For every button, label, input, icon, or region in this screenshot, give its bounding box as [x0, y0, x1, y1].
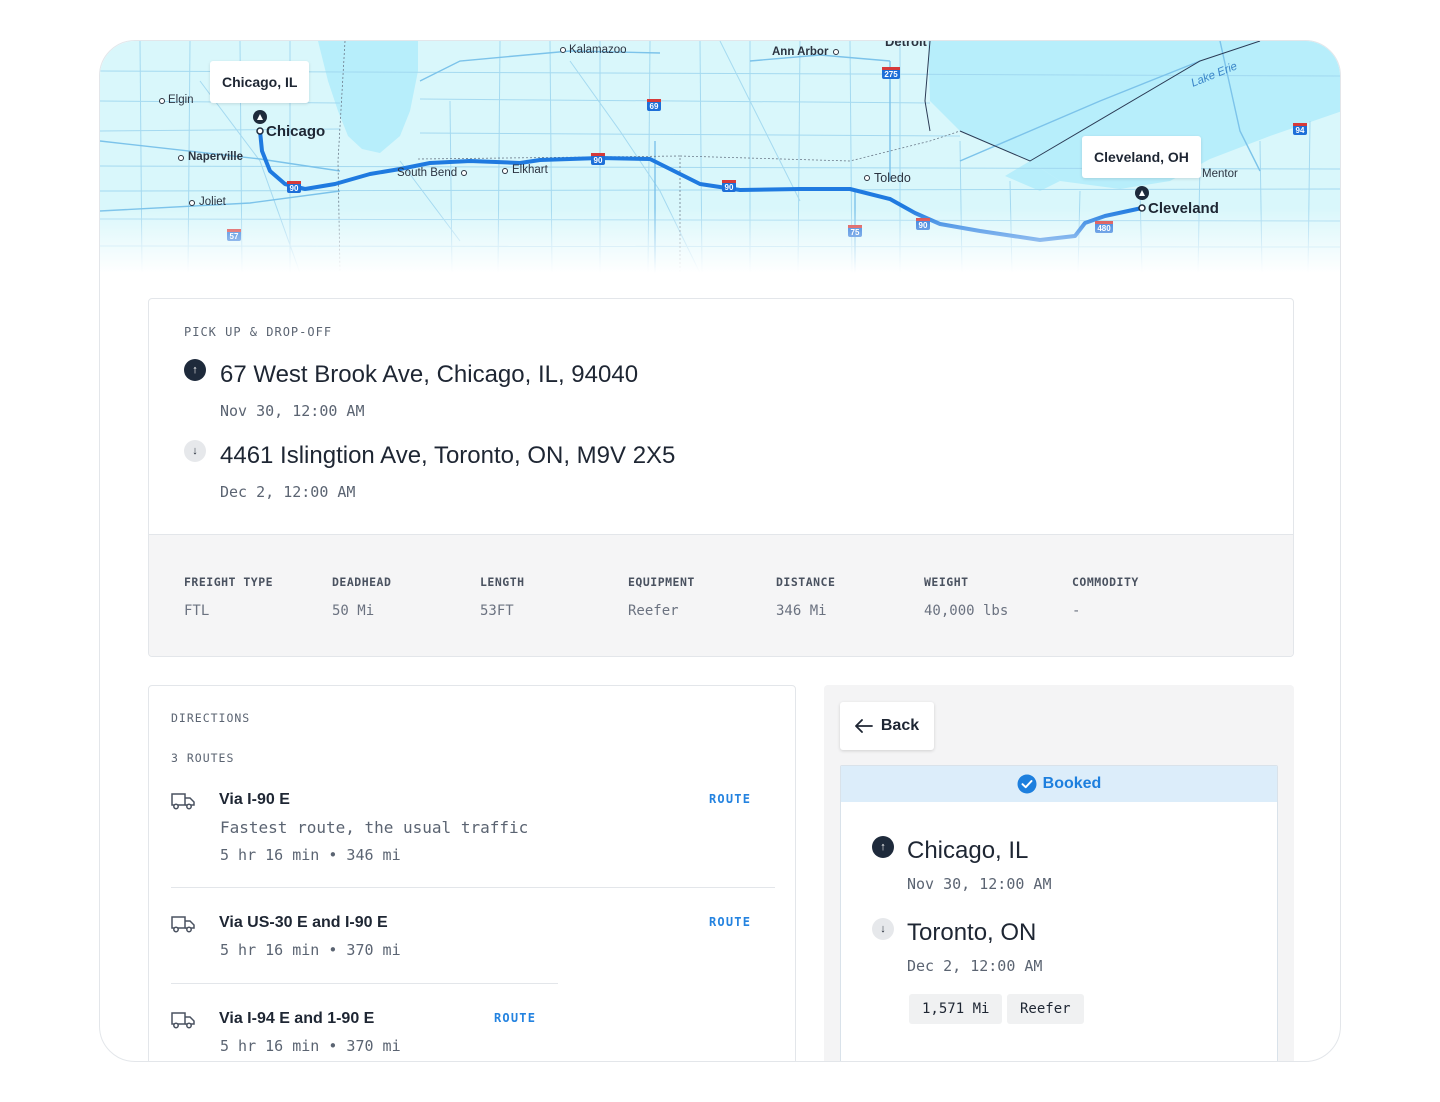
town-label: Mentor — [1202, 168, 1238, 180]
town-label: South Bend — [397, 167, 458, 179]
truck-icon — [171, 1012, 195, 1029]
arrow-down-icon: ↓ — [872, 918, 894, 940]
town-label: Kalamazoo — [569, 44, 627, 56]
spec-length: LENGTH 53FT — [480, 575, 525, 619]
app-frame: 69 275 90 90 94 90 75 90 480 57 — [99, 40, 1341, 1062]
back-button[interactable]: Back — [840, 702, 934, 750]
city-label: Chicago — [266, 123, 326, 140]
arrow-down-icon: ↓ — [184, 440, 206, 462]
origin-time: Nov 30, 12:00 AM — [220, 402, 365, 420]
city-label: Cleveland — [1148, 200, 1219, 217]
town-label: Toledo — [874, 171, 911, 185]
route-title: Via I-90 E — [219, 791, 290, 808]
spec-distance: DISTANCE 346 Mi — [776, 575, 836, 619]
booking-origin-time: Nov 30, 12:00 AM — [907, 875, 1052, 893]
arrow-left-icon — [854, 719, 873, 733]
route-option-1[interactable]: Via I-90 E Fastest route, the usual traf… — [171, 791, 775, 871]
truck-icon — [171, 793, 195, 810]
origin-address: 67 West Brook Ave, Chicago, IL, 94040 — [220, 361, 639, 388]
spec-equipment: EQUIPMENT Reefer — [628, 575, 695, 619]
spec-freight-type: FREIGHT TYPE FTL — [184, 575, 274, 619]
spec-weight: WEIGHT 40,000 lbs — [924, 575, 1009, 619]
route-meta: 5 hr 16 min • 370 mi — [220, 1037, 401, 1055]
route-button[interactable]: ROUTE — [494, 1011, 536, 1025]
spec-commodity: COMMODITY - — [1072, 575, 1139, 619]
directions-card: DIRECTIONS 3 ROUTES Via I-90 E Fastest r… — [148, 685, 796, 1061]
route-meta: 5 hr 16 min • 346 mi — [220, 846, 401, 864]
arrow-up-icon: ↑ — [184, 359, 206, 381]
route-button[interactable]: ROUTE — [709, 915, 751, 929]
town-label: Elgin — [168, 94, 194, 106]
directions-label: DIRECTIONS — [171, 711, 251, 725]
status-badge: Booked — [841, 766, 1277, 802]
booking-destination-city: Toronto, ON — [907, 919, 1037, 946]
booking-panel: Back Booked ↑ Chicago, IL Nov 30, 12:00 … — [824, 685, 1294, 1061]
town-label: Elkhart — [512, 164, 548, 176]
route-description: Fastest route, the usual traffic — [220, 818, 529, 837]
town-label: Ann Arbor — [772, 46, 829, 58]
route-option-3[interactable]: Via I-94 E and 1-90 E 5 hr 16 min • 370 … — [171, 1010, 561, 1061]
routes-count: 3 ROUTES — [171, 751, 235, 765]
route-divider — [171, 983, 558, 984]
status-text: Booked — [1042, 775, 1102, 792]
check-circle-icon — [1017, 774, 1037, 794]
route-button[interactable]: ROUTE — [709, 792, 751, 806]
arrow-up-icon: ↑ — [872, 836, 894, 858]
booking-card: Booked ↑ Chicago, IL Nov 30, 12:00 AM ↓ … — [840, 765, 1278, 1061]
route-divider — [171, 887, 775, 888]
booking-destination-time: Dec 2, 12:00 AM — [907, 957, 1043, 975]
route-map[interactable]: 69 275 90 90 94 90 75 90 480 57 — [100, 40, 1340, 273]
pickup-dropoff-card: PICK UP & DROP-OFF ↑ 67 West Brook Ave, … — [148, 298, 1294, 657]
back-label: Back — [880, 717, 920, 734]
spec-deadhead: DEADHEAD 50 Mi — [332, 575, 392, 619]
route-option-2[interactable]: Via US-30 E and I-90 E 5 hr 16 min • 370… — [171, 914, 775, 974]
destination-map-label: Cleveland, OH — [1082, 136, 1201, 178]
load-specs: FREIGHT TYPE FTL DEADHEAD 50 Mi LENGTH 5… — [149, 534, 1293, 656]
town-label: Naperville — [188, 151, 243, 163]
route-title: Via I-94 E and 1-90 E — [219, 1010, 375, 1027]
truck-icon — [171, 916, 195, 933]
origin-map-label: Chicago, IL — [210, 61, 310, 103]
route-title: Via US-30 E and I-90 E — [219, 914, 388, 931]
town-label: Detroit — [885, 40, 927, 49]
section-label: PICK UP & DROP-OFF — [184, 325, 333, 339]
equipment-chip: Reefer — [1007, 994, 1084, 1024]
town-label: Joliet — [199, 196, 226, 208]
destination-address: 4461 Islingtion Ave, Toronto, ON, M9V 2X… — [220, 442, 676, 469]
booking-origin-city: Chicago, IL — [907, 837, 1029, 864]
route-meta: 5 hr 16 min • 370 mi — [220, 941, 401, 959]
distance-chip: 1,571 Mi — [909, 994, 1003, 1024]
destination-time: Dec 2, 12:00 AM — [220, 483, 356, 501]
